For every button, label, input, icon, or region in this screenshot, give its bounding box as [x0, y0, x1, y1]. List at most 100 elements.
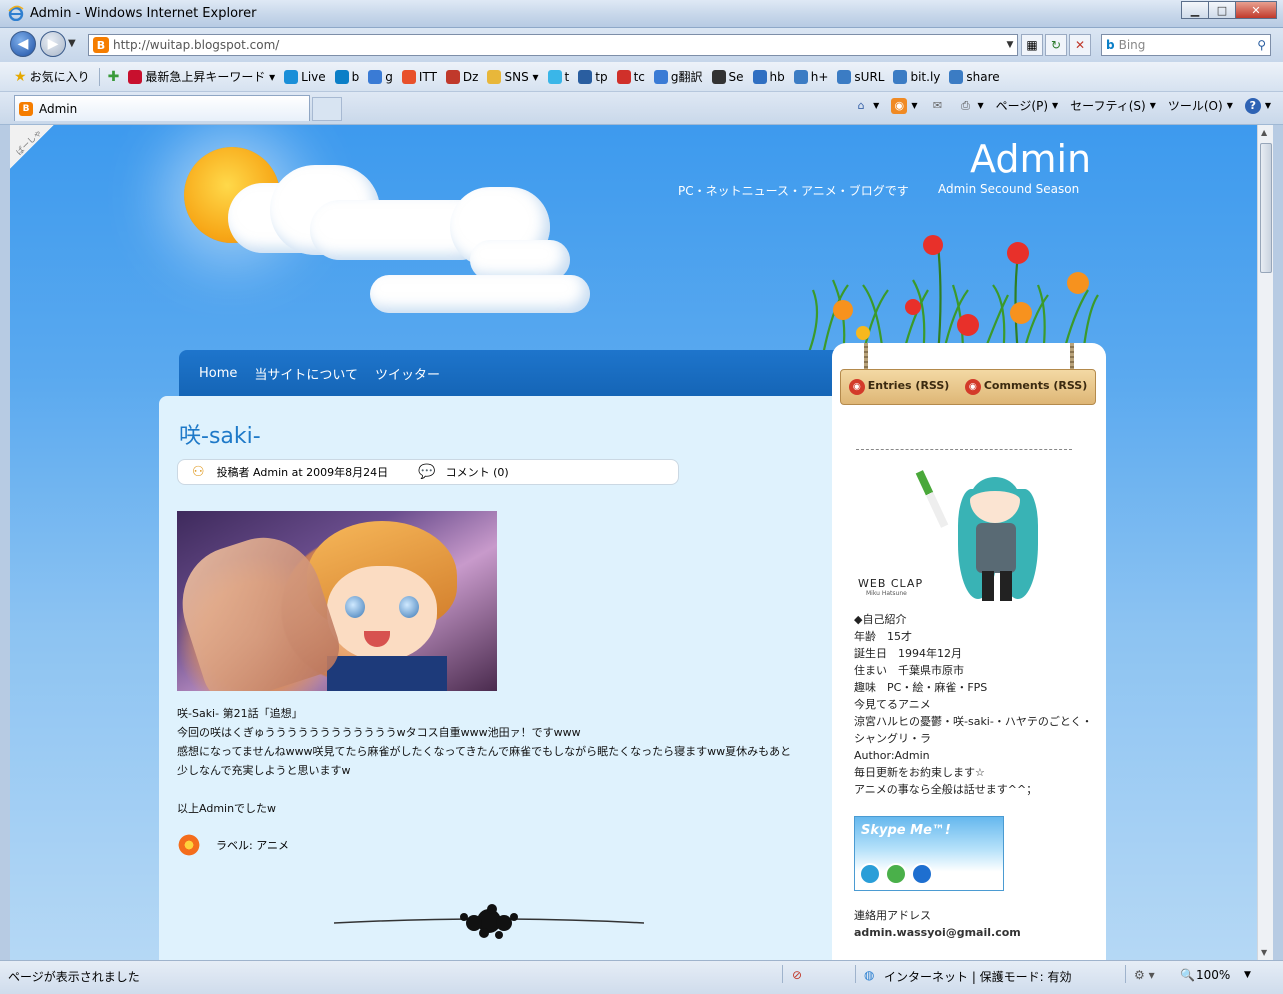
favorite-link[interactable]: g翻訳: [653, 68, 703, 85]
favorite-label: Dz: [462, 69, 479, 84]
sidebar-divider: [856, 449, 1072, 450]
skype-me-button[interactable]: Skype Me™!: [854, 816, 1004, 891]
refresh-button[interactable]: ↻: [1045, 34, 1067, 56]
profile-line: ◆自己紹介: [854, 613, 907, 626]
stop-button[interactable]: ✕: [1069, 34, 1091, 56]
history-dropdown-button[interactable]: ▼: [68, 38, 76, 49]
favorite-link[interactable]: Live: [284, 69, 326, 84]
post-meta-bar: ⚇ 投稿者 Admin at 2009年8月24日 💬 コメント (0): [177, 459, 679, 485]
favorite-link[interactable]: Se: [711, 69, 744, 84]
anime-screenshot-image[interactable]: [177, 511, 497, 691]
status-separator: [855, 965, 856, 983]
scroll-up-icon[interactable]: ▲: [1261, 128, 1267, 137]
tools-menu[interactable]: ツール(O) ▼: [1168, 97, 1233, 114]
favorite-link[interactable]: share: [949, 69, 1000, 84]
post-title[interactable]: 咲-saki-: [179, 418, 261, 450]
se-icon: [711, 69, 726, 84]
address-dropdown-icon[interactable]: ▼: [1003, 40, 1017, 50]
page-menu[interactable]: ページ(P) ▼: [996, 97, 1059, 114]
post-body-line: 今回の咲はくぎゅううううううううううううwタコス自重www池田ァ！ですwww: [177, 726, 581, 739]
protected-mode-icon[interactable]: ⚙ ▾: [1134, 968, 1155, 982]
favorite-label: Live: [301, 69, 326, 84]
new-tab-button[interactable]: [312, 97, 342, 121]
post-comments-link[interactable]: コメント (0): [446, 464, 509, 480]
site-season: Admin Secound Season: [938, 182, 1080, 196]
status-text: ページが表示されました: [8, 970, 140, 984]
contact-email[interactable]: admin.wassyoi@gmail.com: [854, 926, 1021, 939]
profile-line: アニメの事なら全般は話せます^^；: [854, 783, 1038, 796]
safety-menu[interactable]: セーフティ(S) ▼: [1070, 97, 1156, 114]
rss-entries-link[interactable]: ◉ Entries (RSS): [848, 379, 949, 395]
tab-admin[interactable]: B Admin: [14, 95, 310, 121]
maximize-button[interactable]: □: [1208, 1, 1236, 19]
favorites-label: お気に入り: [29, 70, 90, 84]
star-icon: ★: [14, 68, 27, 85]
navigation-bar: ◀ ▶ ▼ B http://wuitap.blogspot.com/ ▼ ▦ …: [0, 28, 1283, 62]
rss-comments-link[interactable]: ◉ Comments (RSS): [964, 379, 1087, 395]
minimize-button[interactable]: ▁: [1181, 1, 1209, 19]
forward-button[interactable]: ▶: [40, 31, 66, 57]
print-button[interactable]: ⎙ ▼: [957, 98, 984, 114]
status-bar: ページが表示されました ⊘ ◍ インターネット | 保護モード: 有効 ⚙ ▾ …: [0, 960, 1283, 994]
favorite-link[interactable]: 最新急上昇キーワード ▾: [128, 68, 275, 85]
blogger-favicon-icon: B: [93, 37, 109, 53]
post-label-text[interactable]: ラベル: アニメ: [216, 837, 289, 853]
mail-button[interactable]: ✉: [929, 98, 945, 114]
site-title[interactable]: Admin: [970, 137, 1091, 181]
compat-view-button[interactable]: ▦: [1021, 34, 1043, 56]
favorite-link[interactable]: b: [334, 69, 359, 84]
favorite-link[interactable]: t: [547, 69, 569, 84]
zoom-level[interactable]: 100%: [1196, 968, 1230, 982]
chevron-down-icon: ▼: [977, 101, 984, 110]
favorite-link[interactable]: hb: [752, 69, 785, 84]
profile-line: 住まい 千葉県市原市: [854, 664, 964, 677]
nav-twitter[interactable]: ツイッター: [375, 364, 440, 383]
window-titlebar: Admin - Windows Internet Explorer ▁ □ ✕: [0, 0, 1283, 28]
info-icon: [911, 863, 933, 885]
profile-line: 今見てるアニメ: [854, 698, 931, 711]
privacy-icon[interactable]: ⊘: [792, 968, 802, 982]
chevron-down-icon: ▼: [911, 101, 918, 110]
close-button[interactable]: ✕: [1235, 1, 1277, 19]
add-favorite-button[interactable]: ✚: [108, 69, 120, 85]
favorite-link[interactable]: bit.ly: [893, 69, 940, 84]
favorite-link[interactable]: h+: [793, 69, 828, 84]
search-icon[interactable]: ⚲: [1257, 38, 1266, 52]
feeds-button[interactable]: ◉ ▼: [891, 97, 918, 114]
search-input[interactable]: b Bing ⚲: [1101, 34, 1271, 56]
chevron-down-icon: ▼: [1149, 101, 1156, 110]
corner-ribbon[interactable]: ぱーしゃ: [10, 125, 54, 169]
favorites-button[interactable]: ★ お気に入り: [14, 68, 90, 85]
globe-icon: ◍: [864, 968, 875, 982]
miku-legs: [982, 571, 1012, 601]
favorite-label: Se: [728, 69, 744, 84]
address-url[interactable]: http://wuitap.blogspot.com/: [113, 38, 1003, 52]
zoom-dropdown-icon[interactable]: ▼: [1244, 970, 1251, 980]
nav-home[interactable]: Home: [199, 366, 237, 381]
help-menu[interactable]: ? ▼: [1244, 97, 1271, 114]
itt-icon: [401, 69, 416, 84]
scrollbar-thumb[interactable]: [1260, 143, 1272, 273]
favorite-link[interactable]: Dz: [445, 69, 479, 84]
favorite-label: g翻訳: [670, 70, 703, 84]
scroll-down-icon[interactable]: ▼: [1261, 948, 1267, 957]
miku-body: [976, 523, 1016, 573]
vertical-scrollbar[interactable]: ▲ ▼: [1257, 125, 1273, 960]
address-bar[interactable]: B http://wuitap.blogspot.com/ ▼: [88, 34, 1018, 56]
web-clap-widget[interactable]: WEB CLAP Miku Hatsune: [858, 469, 1058, 609]
contact-label: 連絡用アドレス: [854, 909, 931, 922]
add-favorite-icon: ✚: [107, 68, 120, 85]
window-frame-right: [1273, 125, 1283, 960]
back-button[interactable]: ◀: [10, 31, 36, 57]
favorite-link[interactable]: sURL: [837, 69, 884, 84]
favorite-link[interactable]: tp: [578, 69, 608, 84]
favorite-link[interactable]: tc: [616, 69, 645, 84]
security-zone[interactable]: インターネット | 保護モード: 有効: [884, 968, 1072, 985]
people-icon: ⚇: [192, 464, 205, 480]
favorite-link[interactable]: ITT: [401, 69, 437, 84]
home-button[interactable]: ⌂ ▼: [853, 98, 880, 114]
nav-about[interactable]: 当サイトについて: [254, 364, 358, 383]
favorite-link[interactable]: SNS ▾: [487, 69, 539, 84]
favorite-link[interactable]: g: [368, 69, 393, 84]
favorites-bar: ★ お気に入り ✚ 最新急上昇キーワード ▾ Live b g ITT Dz SNS ▾ t t…: [0, 62, 1283, 92]
